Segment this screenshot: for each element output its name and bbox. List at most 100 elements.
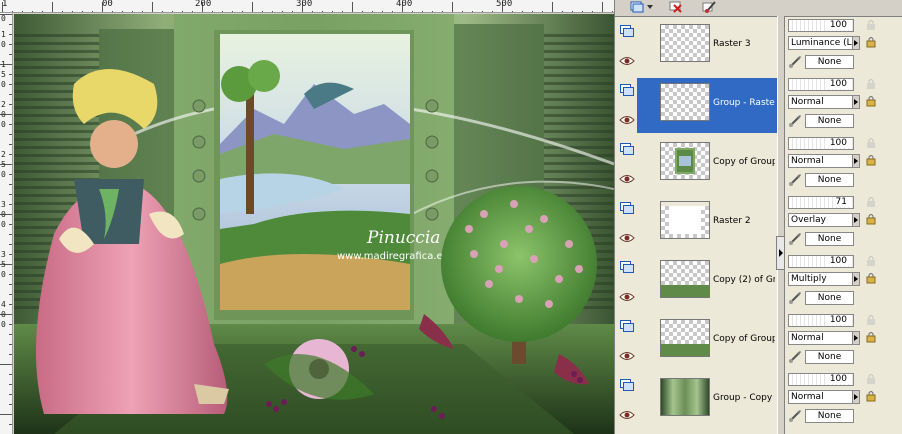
lock-transparency-icon[interactable] [866, 137, 876, 149]
lock-transparency-icon[interactable] [866, 19, 876, 31]
layer-name: Copy of Group [713, 157, 775, 167]
ruler-label: 0 [1, 110, 6, 119]
group-link-select[interactable]: None [805, 409, 854, 423]
layer-thumbnail [660, 378, 710, 416]
lock-transparency-icon[interactable] [866, 314, 876, 326]
ruler-label: 1 [1, 60, 6, 69]
layer-row[interactable]: Copy (2) of Gr 100 Multiply None [615, 253, 902, 312]
layer-thumbnail [660, 142, 710, 180]
panel-splitter[interactable] [777, 16, 785, 434]
blend-mode-select[interactable]: Normal [788, 390, 854, 404]
opacity-value: 100 [827, 20, 849, 30]
ruler-label: 1 [1, 30, 6, 39]
vertical-ruler: 010150200250300350400 [0, 13, 13, 434]
lock-transparency-icon[interactable] [866, 196, 876, 208]
watermark-url: www.madiregrafica.eu [337, 251, 449, 262]
group-link-select[interactable]: None [805, 114, 854, 128]
opacity-slider[interactable]: 100 [788, 19, 854, 32]
group-link-select[interactable]: None [805, 173, 854, 187]
layer-properties: 71 Overlay None [786, 194, 902, 253]
ruler-label: 0 [1, 270, 6, 279]
layer-row[interactable]: Raster 3 100 Luminance (L) None [615, 17, 902, 76]
blend-mode-select[interactable]: Multiply [788, 272, 854, 286]
blend-mode-select[interactable]: Overlay [788, 213, 854, 227]
visibility-eye-icon[interactable] [619, 169, 635, 183]
layer-row[interactable]: Copy of Group 100 Normal None [615, 312, 902, 371]
layer-row[interactable]: Raster 2 71 Overlay None [615, 194, 902, 253]
lock-icon[interactable] [866, 154, 876, 166]
layer-name: Copy of Group [713, 334, 775, 344]
visibility-eye-icon[interactable] [619, 51, 635, 65]
blend-dropdown-arrow-icon[interactable] [852, 36, 860, 50]
layer-type-icon [620, 258, 634, 273]
blend-dropdown-arrow-icon[interactable] [852, 390, 860, 404]
layer-row[interactable]: Group - Copy 100 Normal None [615, 371, 902, 430]
ruler-label: 4 [1, 300, 6, 309]
opacity-slider[interactable]: 71 [788, 196, 854, 209]
blend-dropdown-arrow-icon[interactable] [852, 213, 860, 227]
group-link-select[interactable]: None [805, 291, 854, 305]
blend-mode-select[interactable]: Normal [788, 95, 854, 109]
image-canvas[interactable]: Pinuccia www.madiregrafica.eu [14, 14, 614, 434]
opacity-slider[interactable]: 100 [788, 255, 854, 268]
group-link-select[interactable]: None [805, 232, 854, 246]
opacity-slider[interactable]: 100 [788, 78, 854, 91]
visibility-eye-icon[interactable] [619, 110, 635, 124]
layers-toolbar [615, 0, 902, 16]
lock-transparency-icon[interactable] [866, 373, 876, 385]
splitter-toggle[interactable] [776, 236, 785, 270]
opacity-value: 100 [827, 79, 849, 89]
new-layer-icon[interactable] [629, 0, 645, 14]
opacity-slider[interactable]: 100 [788, 314, 854, 327]
opacity-value: 100 [827, 374, 849, 384]
opacity-value: 100 [827, 315, 849, 325]
opacity-slider[interactable]: 100 [788, 137, 854, 150]
layer-properties: 100 Normal None [786, 371, 902, 430]
watermark-name: Pinuccia [366, 228, 440, 248]
lock-icon[interactable] [866, 36, 876, 48]
lock-icon[interactable] [866, 272, 876, 284]
layer-name: Group - Copy [713, 393, 773, 403]
ruler-label: 0 [1, 40, 6, 49]
blend-mode-select[interactable]: Luminance (L) [788, 36, 854, 50]
dropdown-arrow-icon[interactable] [646, 0, 654, 14]
blend-dropdown-arrow-icon[interactable] [852, 331, 860, 345]
visibility-eye-icon[interactable] [619, 228, 635, 242]
visibility-eye-icon[interactable] [619, 287, 635, 301]
layer-row[interactable]: Copy of Group 100 Normal None [615, 135, 902, 194]
layer-thumbnail [660, 24, 710, 62]
opacity-value: 71 [833, 197, 849, 207]
ruler-label: 0 [1, 170, 6, 179]
chevron-right-icon [778, 249, 783, 257]
layer-row[interactable]: Group - Raster 100 Normal None [615, 76, 902, 135]
ruler-label: 2 [1, 150, 6, 159]
lock-transparency-icon[interactable] [866, 78, 876, 90]
group-link-select[interactable]: None [805, 55, 854, 69]
layer-name: Group - Raster [713, 98, 775, 108]
lock-icon[interactable] [866, 331, 876, 343]
visibility-eye-icon[interactable] [619, 346, 635, 360]
lock-icon[interactable] [866, 95, 876, 107]
brush-icon [789, 410, 801, 422]
layer-name: Copy (2) of Gr [713, 275, 775, 285]
blend-mode-select[interactable]: Normal [788, 154, 854, 168]
ruler-label-200: 200 [195, 0, 212, 9]
delete-layer-icon[interactable] [668, 0, 684, 14]
blend-mode-select[interactable]: Normal [788, 331, 854, 345]
blend-dropdown-arrow-icon[interactable] [852, 95, 860, 109]
lock-icon[interactable] [866, 213, 876, 225]
layer-thumbnail [660, 83, 710, 121]
blend-dropdown-arrow-icon[interactable] [852, 154, 860, 168]
layer-properties: 100 Normal None [786, 76, 902, 135]
visibility-eye-icon[interactable] [619, 405, 635, 419]
brush-icon [789, 174, 801, 186]
ruler-label-100: 00 [102, 0, 113, 9]
group-link-select[interactable]: None [805, 350, 854, 364]
layer-properties: 100 Normal None [786, 312, 902, 371]
layer-properties-icon[interactable] [701, 0, 717, 14]
lock-icon[interactable] [866, 390, 876, 402]
opacity-slider[interactable]: 100 [788, 373, 854, 386]
lock-transparency-icon[interactable] [866, 255, 876, 267]
layer-properties: 100 Luminance (L) None [786, 17, 902, 76]
blend-dropdown-arrow-icon[interactable] [852, 272, 860, 286]
